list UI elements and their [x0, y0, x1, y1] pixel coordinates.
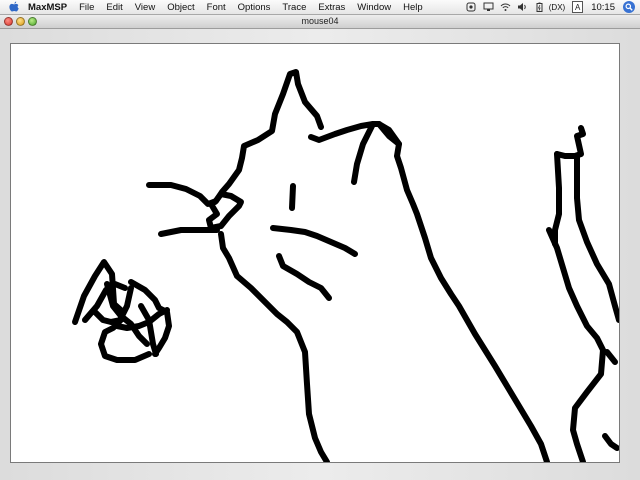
window-title: mouse04: [301, 16, 339, 26]
apple-menu-icon[interactable]: [6, 0, 21, 14]
cat-drawing-body: [146, 69, 619, 462]
menu-extras[interactable]: Extras: [318, 2, 345, 13]
menu-help[interactable]: Help: [403, 2, 423, 13]
cat-drawing: [72, 69, 619, 462]
menu-window[interactable]: Window: [357, 2, 391, 13]
airport-icon[interactable]: [500, 2, 511, 13]
menu-clock[interactable]: 10:15: [591, 2, 615, 13]
drawing-canvas[interactable]: [10, 43, 620, 463]
window-titlebar[interactable]: mouse04: [0, 15, 640, 29]
maxmsp-status-icon[interactable]: [466, 2, 477, 13]
menu-font[interactable]: Font: [207, 2, 226, 13]
volume-icon[interactable]: [517, 2, 528, 13]
battery-icon[interactable]: [534, 2, 545, 13]
input-menu-icon[interactable]: A: [572, 1, 584, 13]
status-area: (DX) A 10:15: [460, 0, 640, 14]
spotlight-icon[interactable]: [623, 1, 635, 13]
menu-file[interactable]: File: [79, 2, 94, 13]
battery-status-text: (DX): [548, 2, 566, 12]
menu-options[interactable]: Options: [238, 2, 271, 13]
menu-trace[interactable]: Trace: [282, 2, 306, 13]
yarn-ball-drawing: [72, 259, 172, 363]
menu-items: MaxMSP File Edit View Object Font Option…: [28, 2, 435, 13]
menu-edit[interactable]: Edit: [106, 2, 122, 13]
menu-view[interactable]: View: [135, 2, 155, 13]
menu-object[interactable]: Object: [167, 2, 194, 13]
menu-app-name[interactable]: MaxMSP: [28, 2, 67, 13]
menu-bar: MaxMSP File Edit View Object Font Option…: [0, 0, 640, 15]
display-icon[interactable]: [483, 2, 494, 13]
